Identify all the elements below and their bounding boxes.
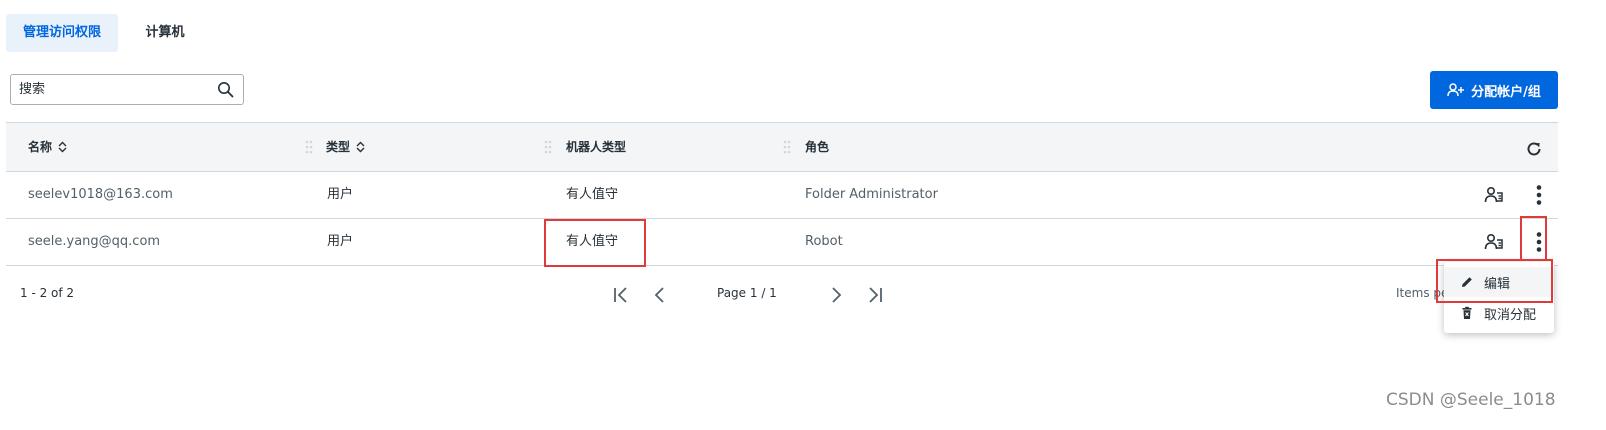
cell-name: seelev1018@163.com [28,187,173,202]
column-label: 机器人类型 [566,140,627,154]
column-header-robot-type[interactable]: 机器人类型 [566,123,626,171]
pencil-icon [1462,277,1472,287]
pager-range: 1 - 2 of 2 [20,286,75,300]
last-page-icon[interactable] [864,284,886,306]
column-label: 类型 [326,140,351,154]
grid-header: 名称 类型 机器人类型 角色 [6,122,1558,172]
watermark: CSDN @Seele_1018 [1386,390,1556,410]
items-per-page-label: Items pe [1396,286,1449,300]
cell-robot-type: 有人值守 [566,187,619,202]
cell-name: seele.yang@qq.com [28,234,161,249]
cell-role: Robot [805,234,843,249]
assign-accounts-button[interactable]: 分配帐户/组 [1430,71,1558,109]
tab-machines[interactable]: 计算机 [122,14,208,52]
sort-icon[interactable] [58,141,67,153]
cell-type: 用户 [327,187,354,202]
row-context-menu: 编辑 取消分配 [1444,262,1554,333]
assign-role-icon[interactable] [1484,232,1504,252]
menu-item-label: 取消分配 [1484,307,1537,323]
menu-item-edit[interactable]: 编辑 [1444,267,1554,297]
table-row[interactable]: seele.yang@qq.com 用户 有人值守 Robot [6,219,1558,266]
cell-robot-type: 有人值守 [566,234,619,249]
column-resize-handle[interactable] [305,140,313,154]
search-icon[interactable] [217,81,234,98]
column-label: 角色 [805,140,830,154]
cell-type: 用户 [327,234,354,249]
first-page-icon[interactable] [610,284,632,306]
refresh-icon[interactable] [1525,140,1543,158]
table-row[interactable]: seelev1018@163.com 用户 有人值守 Folder Admini… [6,172,1558,219]
search-input[interactable] [11,75,215,104]
page-indicator: Page 1 / 1 [717,286,777,300]
column-label: 名称 [28,140,53,154]
tab-manage-access[interactable]: 管理访问权限 [6,14,118,52]
more-vertical-icon[interactable] [1532,184,1546,206]
previous-page-icon[interactable] [649,284,671,306]
next-page-icon[interactable] [825,284,847,306]
more-vertical-icon[interactable] [1532,231,1546,253]
menu-item-label: 编辑 [1484,276,1511,292]
sort-icon[interactable] [356,141,365,153]
column-header-role[interactable]: 角色 [805,123,829,171]
column-resize-handle[interactable] [783,140,791,154]
add-user-icon [1447,83,1465,97]
search-box[interactable] [10,74,244,105]
column-resize-handle[interactable] [544,140,552,154]
trash-icon [1462,306,1472,319]
column-header-type[interactable]: 类型 [326,123,365,171]
column-header-name[interactable]: 名称 [28,123,67,171]
cell-role: Folder Administrator [805,187,938,202]
menu-item-unassign[interactable]: 取消分配 [1444,298,1554,328]
assign-role-icon[interactable] [1484,185,1504,205]
assign-accounts-label: 分配帐户/组 [1471,84,1541,100]
